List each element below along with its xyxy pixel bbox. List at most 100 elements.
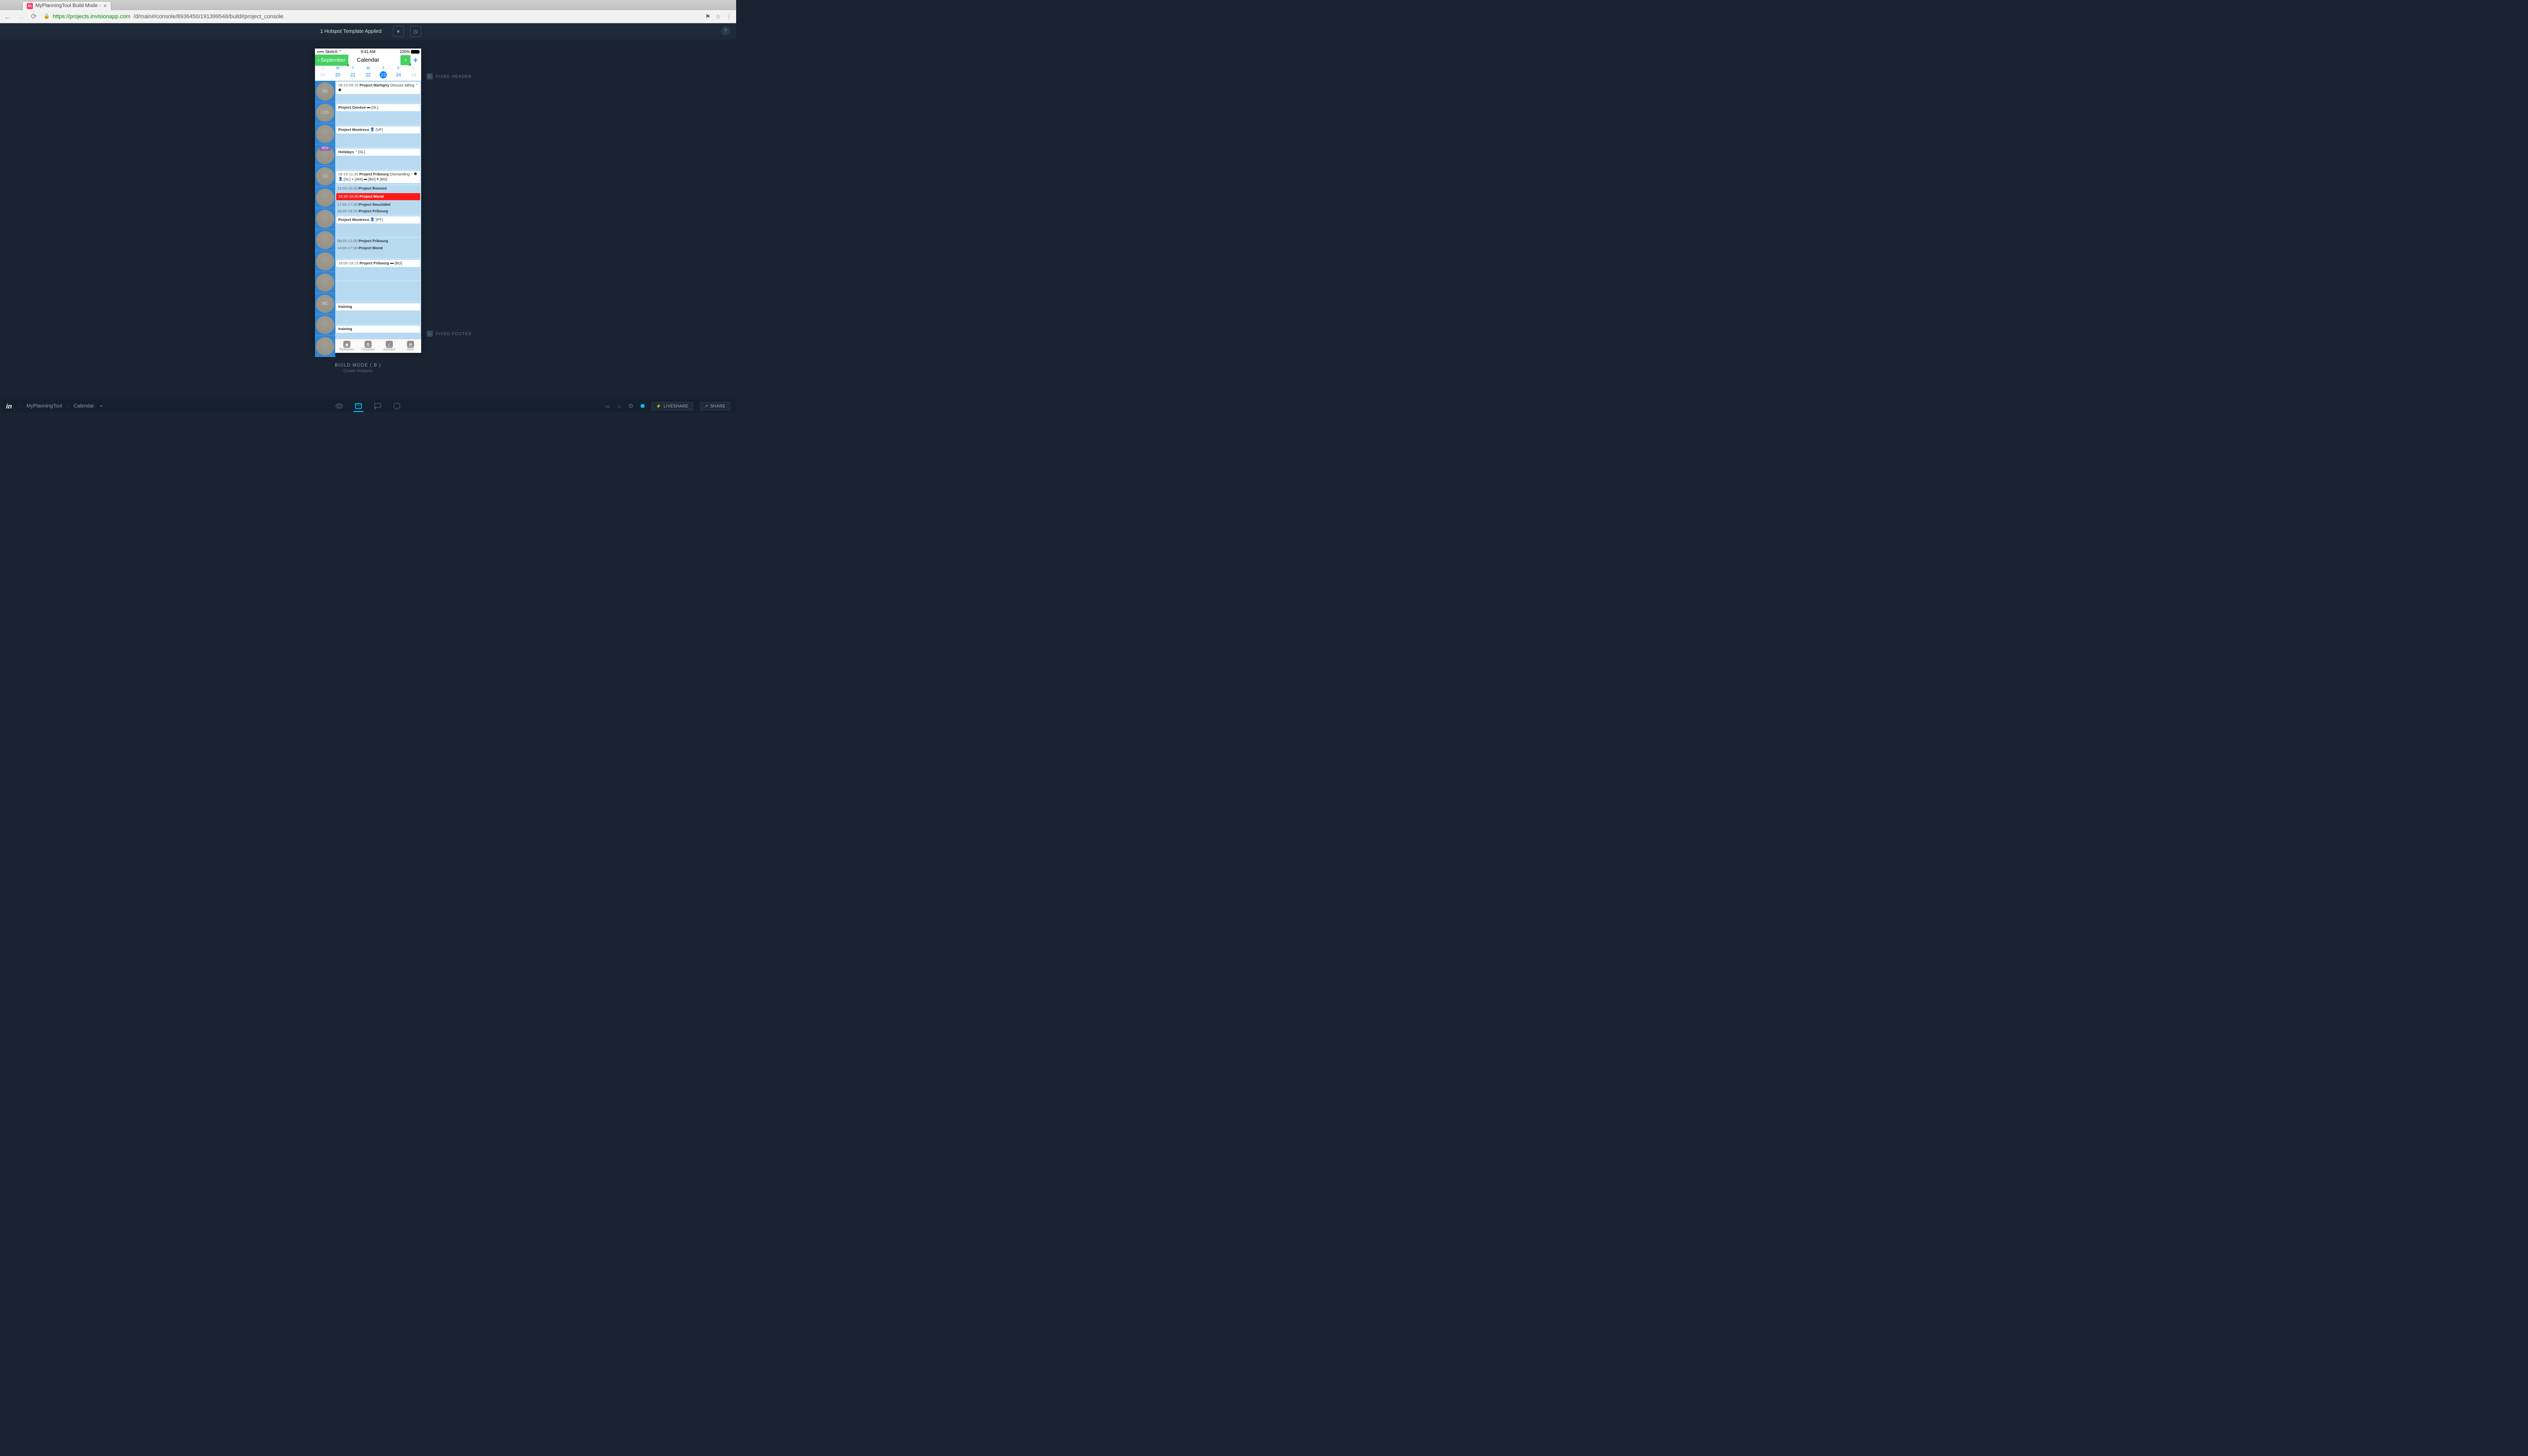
day-number: 24 — [395, 71, 402, 78]
hotspot-template-status: 1 Hotspot Template Applied ▾ ◷ — [315, 26, 421, 37]
day-number: 19 — [319, 71, 326, 78]
liveshare-label: LIVESHARE — [663, 404, 688, 408]
build-mode-sub: Create Hotspots — [335, 369, 381, 373]
build-mode-label: BUILD MODE ( B ) Create Hotspots — [335, 362, 381, 373]
chrome-menu-icon[interactable]: ⋮ — [726, 13, 732, 20]
reload-button[interactable]: ⟳ — [30, 12, 37, 21]
event-pill[interactable]: 08:15-09:15 Project Martigny Discuss bil… — [336, 82, 420, 94]
week-day-cell[interactable]: T21 — [345, 66, 360, 80]
avatar[interactable] — [315, 145, 335, 166]
hamburger-icon: ≡ — [427, 331, 433, 337]
liveshare-button[interactable]: ⚡LIVESHARE — [652, 402, 693, 411]
fixed-footer-marker[interactable]: ≡ FIXED FOOTER — [427, 331, 472, 337]
event-pill[interactable]: 18:00-19:15 Project Fribourg — [335, 208, 421, 215]
chrome-settings-icon[interactable]: ⚑ — [705, 13, 710, 20]
avatar[interactable] — [315, 272, 335, 293]
calendar-row — [335, 281, 421, 302]
week-day-cell[interactable]: T23 — [376, 66, 391, 80]
event-pill[interactable]: 08:15-11:30 Project Fribourg Dismantling… — [336, 171, 420, 183]
hotspot-handle-icon[interactable] — [409, 63, 411, 66]
event-pill[interactable]: 14:00-17:00 Project Morat — [335, 245, 421, 252]
back-button[interactable]: ← — [4, 13, 11, 21]
avatar[interactable] — [315, 336, 335, 357]
back-button-hotspot[interactable]: ‹ September — [315, 55, 348, 66]
avatar[interactable]: LSS — [315, 102, 335, 123]
event-pill[interactable]: 18:00-19:15 Project Fribourg ▬ [BD] — [336, 260, 420, 267]
avatar-column: BDLSS DJ MC — [315, 81, 335, 339]
gear-icon[interactable]: ⚙ — [628, 402, 634, 410]
week-day-cell[interactable]: S19 — [315, 66, 330, 80]
fixed-footer-label: FIXED FOOTER — [436, 332, 472, 336]
day-number: 20 — [334, 71, 341, 78]
hamburger-icon: ≡ — [427, 73, 433, 79]
status-dot-icon[interactable] — [641, 404, 645, 408]
inspect-mode-button[interactable] — [392, 400, 402, 412]
event-pill[interactable]: 17:00-17:30 Project Neuchâtel — [335, 201, 421, 208]
calendar-row: 18:00-19:15 Project Fribourg ▬ [BD] — [335, 260, 421, 281]
preview-mode-button[interactable] — [334, 400, 344, 412]
lock-icon: 🔒 — [43, 14, 50, 19]
avatar[interactable] — [315, 230, 335, 251]
breadcrumb-project[interactable]: MyPlanningTool — [26, 403, 62, 409]
hotspot-dropdown-button[interactable]: ▾ — [393, 26, 404, 37]
event-pill[interactable]: Project Genève ▬ [SL] — [336, 104, 420, 111]
chevron-left-icon: ‹ — [318, 58, 320, 63]
hotspot-timer-button[interactable]: ◷ — [410, 26, 421, 37]
search-button-hotspot[interactable]: ⌕ — [400, 55, 411, 65]
help-button[interactable]: ? — [721, 26, 730, 35]
week-day-cell[interactable]: S24 — [406, 66, 421, 80]
comment-mode-button[interactable] — [373, 400, 383, 412]
fixed-header-marker[interactable]: ≡ FIXED HEADER — [427, 73, 472, 79]
week-day-cell[interactable]: M20 — [330, 66, 345, 80]
home-icon[interactable]: ⌂ — [617, 402, 621, 410]
back-label: September — [321, 58, 345, 63]
breadcrumb-sep-icon: › — [67, 404, 69, 408]
event-pill[interactable]: 13:00-15:00 Project Romont — [335, 185, 421, 192]
day-number: 21 — [349, 71, 356, 78]
add-button[interactable]: + — [413, 55, 418, 66]
avatar[interactable] — [315, 314, 335, 336]
share-button[interactable]: ↗SHARE — [700, 402, 730, 411]
build-mode-button[interactable] — [353, 400, 364, 412]
chevron-down-icon[interactable]: ▾ — [100, 404, 102, 408]
calendar-row: 13:00-15:00 Project Romont15:30-16:30 Pr… — [335, 185, 421, 215]
build-label-row: BUILD MODE ( B ) Create Hotspots — [0, 375, 736, 399]
week-day-cell[interactable]: W22 — [360, 66, 376, 80]
ios-nav-bar: ‹ September Calendar ⌕ + — [315, 55, 421, 66]
browser-tab[interactable]: In MyPlanningTool Build Mode - × — [22, 1, 111, 10]
event-pill[interactable]: Holidays ◔ [SL] — [336, 149, 420, 156]
event-pill[interactable]: training — [336, 326, 420, 333]
breadcrumb-screen[interactable]: Calendar — [74, 403, 95, 409]
week-day-cell[interactable]: F24 — [391, 66, 406, 80]
ios-battery-percent: 100% — [400, 50, 410, 54]
avatar[interactable] — [315, 251, 335, 272]
event-pill[interactable]: 08:00-12:00 Project Fribourg — [335, 238, 421, 245]
avatar[interactable]: MC — [315, 293, 335, 314]
dow-label: M — [330, 67, 345, 70]
share-network-icon[interactable]: ⫘ — [605, 402, 610, 410]
event-pill[interactable]: training — [336, 303, 420, 310]
dow-label: F — [391, 67, 406, 70]
day-number: 23 — [380, 71, 387, 78]
event-pill[interactable]: 15:30-16:30 Project Morat — [336, 193, 420, 200]
event-pill[interactable]: Project Montreux 👤 [VF] — [336, 126, 420, 133]
avatar[interactable] — [315, 187, 335, 208]
bottom-right-tools: ⫘ ⌂ ⚙ ⚡LIVESHARE ↗SHARE — [605, 402, 730, 411]
mode-switcher — [334, 400, 402, 412]
address-bar[interactable]: 🔒 https://projects.invisionapp.com/d/mai… — [43, 14, 699, 20]
forward-button[interactable]: → — [17, 13, 24, 21]
ios-battery: 100% — [400, 50, 419, 54]
invision-logo-icon[interactable]: in — [6, 402, 12, 410]
calendar-body: BDLSS DJ MC 08:15-09:15 Project Martigny D… — [315, 81, 421, 339]
close-tab-icon[interactable]: × — [104, 3, 107, 9]
avatar[interactable]: BD — [315, 81, 335, 102]
avatar[interactable] — [315, 208, 335, 230]
hotspot-handle-icon[interactable] — [346, 64, 349, 66]
week-day-header: S19M20T21W22T23F24S24 — [315, 66, 421, 81]
avatar[interactable]: DJ — [315, 166, 335, 187]
event-pill[interactable]: Project Montreux 👤 [PT] — [336, 216, 420, 223]
chrome-star-icon[interactable]: ☆ — [715, 13, 721, 20]
avatar[interactable] — [315, 123, 335, 145]
chrome-tab-strip: In MyPlanningTool Build Mode - × — [0, 0, 736, 10]
dow-label: S — [406, 67, 421, 70]
